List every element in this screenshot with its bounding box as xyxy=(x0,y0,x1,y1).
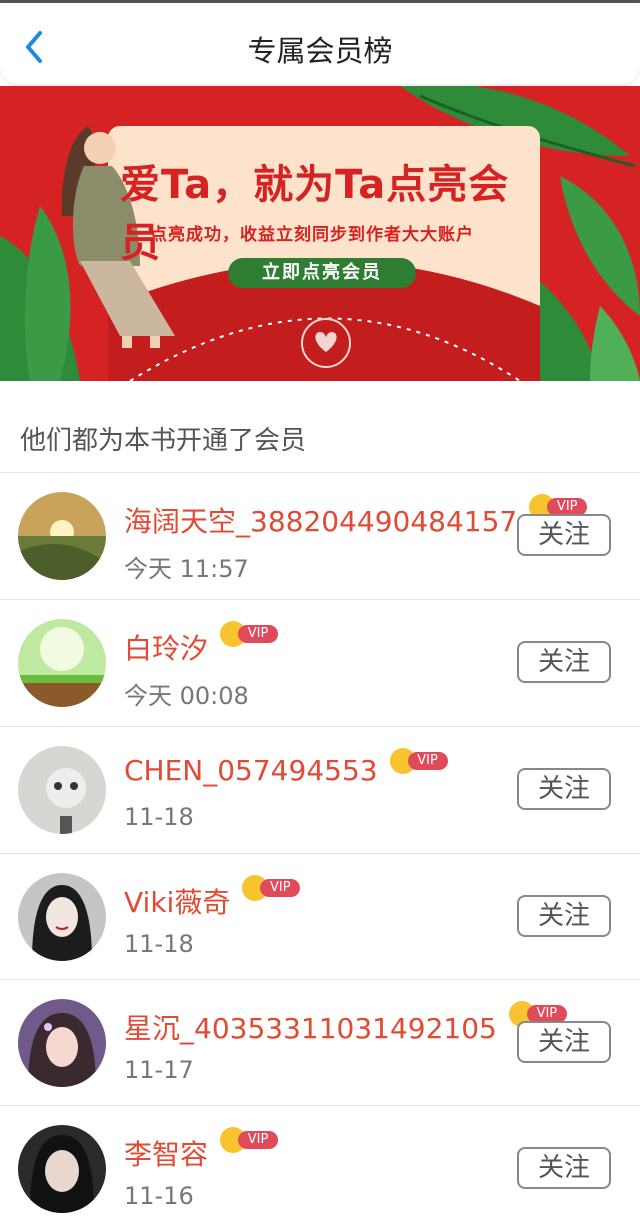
list-item[interactable]: Viki薇奇 VIP 11-18 关注 xyxy=(0,854,640,980)
light-up-member-button[interactable]: 立即点亮会员 xyxy=(228,258,416,288)
avatar[interactable] xyxy=(18,999,106,1087)
page-title: 专属会员榜 xyxy=(247,34,393,68)
join-time: 11-16 xyxy=(124,1182,194,1210)
member-name[interactable]: 星沉_40353311031492105 VIP xyxy=(124,1001,567,1047)
avatar[interactable] xyxy=(18,873,106,961)
follow-button[interactable]: 关注 xyxy=(517,514,611,556)
banner-subtitle: 点亮成功，收益立刻同步到作者大大账户 xyxy=(150,225,474,245)
avatar[interactable] xyxy=(18,492,106,580)
follow-button[interactable]: 关注 xyxy=(517,1147,611,1189)
follow-button[interactable]: 关注 xyxy=(517,895,611,937)
nav-header: 专属会员榜 xyxy=(0,3,640,84)
section-label: 他们都为本书开通了会员 xyxy=(20,426,307,456)
avatar[interactable] xyxy=(18,1125,106,1213)
list-item[interactable]: CHEN_057494553 VIP 11-18 关注 xyxy=(0,727,640,853)
join-time: 今天 11:57 xyxy=(124,555,249,583)
list-item[interactable]: 星沉_40353311031492105 VIP 11-17 关注 xyxy=(0,980,640,1106)
banner-title: 爱Ta，就为Ta点亮会员 xyxy=(120,162,510,266)
follow-button[interactable]: 关注 xyxy=(517,768,611,810)
list-item[interactable]: 海阔天空_388204490484157 VIP 今天 11:57 关注 xyxy=(0,473,640,599)
promo-banner[interactable]: 爱Ta，就为Ta点亮会员 点亮成功，收益立刻同步到作者大大账户 立即点亮会员 xyxy=(0,86,640,381)
vip-badge: VIP xyxy=(220,1127,279,1153)
join-time: 11-18 xyxy=(124,930,194,958)
join-time: 今天 00:08 xyxy=(124,682,249,710)
member-name[interactable]: CHEN_057494553 VIP xyxy=(124,748,448,787)
list-item[interactable]: 李智容 VIP 11-16 关注 xyxy=(0,1106,640,1232)
avatar[interactable] xyxy=(18,746,106,834)
follow-button[interactable]: 关注 xyxy=(517,1021,611,1063)
avatar[interactable] xyxy=(18,619,106,707)
member-name[interactable]: 白玲汐 VIP xyxy=(124,621,279,667)
member-name[interactable]: 李智容 VIP xyxy=(124,1127,279,1173)
join-time: 11-17 xyxy=(124,1056,194,1084)
join-time: 11-18 xyxy=(124,803,194,831)
vip-badge: VIP xyxy=(220,621,279,647)
vip-badge: VIP xyxy=(242,875,301,901)
list-item[interactable]: 白玲汐 VIP 今天 00:08 关注 xyxy=(0,600,640,726)
follow-button[interactable]: 关注 xyxy=(517,641,611,683)
vip-badge: VIP xyxy=(389,748,448,774)
member-name[interactable]: Viki薇奇 VIP xyxy=(124,875,301,921)
